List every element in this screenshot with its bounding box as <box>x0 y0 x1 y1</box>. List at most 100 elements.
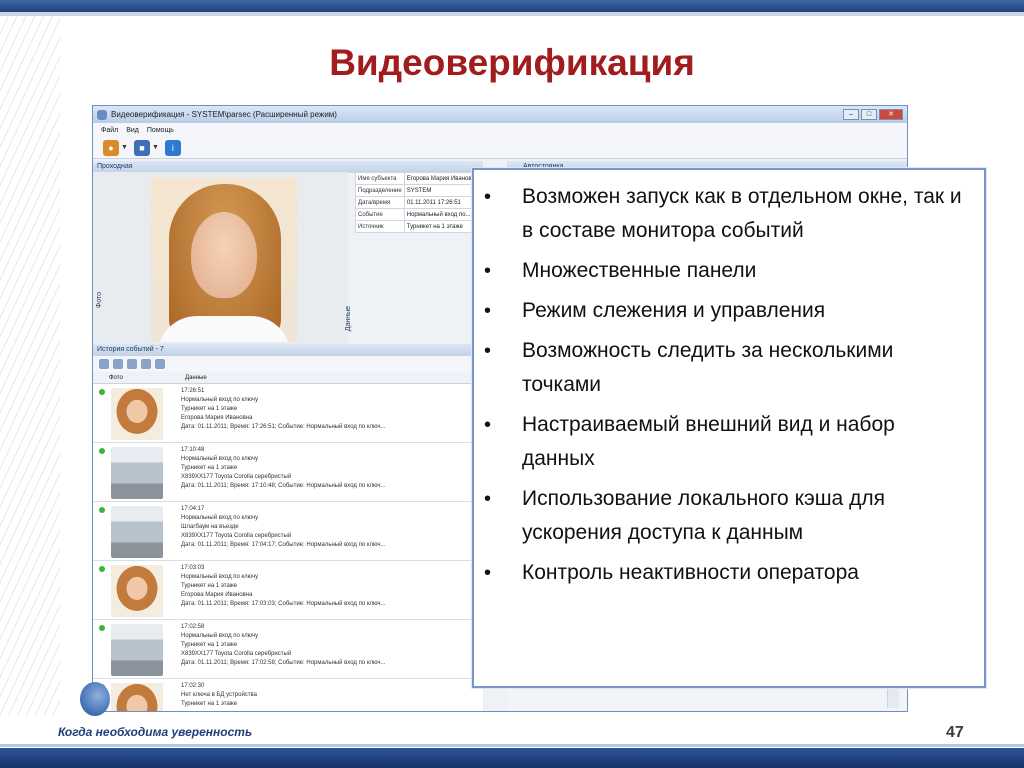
event-line: Нет ключа в БД устройства <box>181 692 258 698</box>
event-line: Дата: 01.11.2011; Время: 17:04:17; Событ… <box>181 542 386 548</box>
menu-file[interactable]: Файл <box>101 127 118 134</box>
event-line: Турникет на 1 этаже <box>181 465 238 471</box>
event-line: Егорова Мария Ивановна <box>181 592 253 598</box>
feature-item: Использование локального кэша для ускоре… <box>474 482 984 550</box>
page-number: 47 <box>946 724 964 741</box>
event-details: 17:10:48 Нормальный вход по ключу Турникет… <box>181 446 386 491</box>
feature-item: Возможен запуск как в отдельном окне, та… <box>474 180 984 248</box>
history-columns: Фото Данные <box>93 372 483 384</box>
event-line: Турникет на 1 этаже <box>181 583 238 589</box>
filter-icon[interactable] <box>127 359 137 369</box>
event-thumbnail <box>111 447 163 499</box>
feature-item: Настраиваемый внешний вид и набор данных <box>474 408 984 476</box>
status-dot-icon <box>99 448 105 454</box>
status-dot-icon <box>99 566 105 572</box>
event-details: 17:02:30 Нет ключа в БД устройства Турнике… <box>181 682 257 709</box>
column-photo[interactable]: Фото <box>93 372 181 383</box>
toolbar: ● ▼ ■ ▼ i <box>93 137 907 159</box>
event-thumbnail <box>111 565 163 617</box>
info-icon[interactable]: i <box>164 139 181 156</box>
event-thumbnail <box>111 506 163 558</box>
event-line: Турникет на 1 этаже <box>181 701 238 707</box>
close-button[interactable]: ✕ <box>879 109 903 120</box>
event-line: Турникет на 1 этаже <box>181 642 238 648</box>
camera-icon[interactable]: ■ <box>133 139 150 156</box>
status-dot-icon <box>99 389 105 395</box>
info-row: Дата/время 01.11.2011 17:26:51 <box>355 196 478 209</box>
slide-title: Видеоверификация <box>329 42 695 83</box>
event-time: 17:02:30 <box>181 683 205 689</box>
event-time: 17:02:58 <box>181 624 205 630</box>
event-details: 17:04:17 Нормальный вход по ключу Шлагбаум… <box>181 505 386 550</box>
decorative-stripes <box>0 16 60 716</box>
top-bar <box>0 0 1024 16</box>
data-side-label: Данные <box>345 306 352 332</box>
event-line: Х839ХХ177 Toyota Corolla серебристый <box>181 651 292 657</box>
event-time: 17:26:51 <box>181 388 205 394</box>
event-line: Дата: 01.11.2011; Время: 17:26:51; Событ… <box>181 424 386 430</box>
info-row: Имя субъекта Егорова Мария Иванова <box>355 172 478 185</box>
info-row: Источник Турникет на 1 этаже <box>355 220 478 233</box>
event-line: Дата: 01.11.2011; Время: 17:02:58; Событ… <box>181 660 386 666</box>
history-row[interactable]: 17:26:51 Нормальный вход по ключу Турникет… <box>93 384 483 443</box>
history-pane-header: История событий - 7 <box>93 344 483 356</box>
event-time: 17:10:48 <box>181 447 205 453</box>
event-line: Нормальный вход по ключу <box>181 456 259 462</box>
column-data[interactable]: Данные <box>181 372 207 383</box>
event-line: Нормальный вход по ключу <box>181 574 259 580</box>
info-row: Подразделение SYSTEM <box>355 184 478 197</box>
history-toolbar <box>93 356 483 372</box>
photo-pane: Фото <box>93 172 348 344</box>
feature-item: Режим слежения и управления <box>474 294 984 328</box>
history-row[interactable]: 17:10:48 Нормальный вход по ключу Турникет… <box>93 443 483 502</box>
print-icon[interactable] <box>155 359 165 369</box>
event-line: Егорова Мария Ивановна <box>181 415 253 421</box>
company-logo <box>80 682 110 716</box>
event-line: Дата: 01.11.2011; Время: 17:03:03; Событ… <box>181 601 386 607</box>
event-line: Нормальный вход по ключу <box>181 515 259 521</box>
event-thumbnail <box>111 388 163 440</box>
event-line: Нормальный вход по ключу <box>181 397 259 403</box>
bottom-line <box>0 744 1024 747</box>
chevron-down-icon[interactable]: ▼ <box>121 144 128 151</box>
window-title: Видеоверификация - SYSTEM\parsec (Расшир… <box>111 110 337 119</box>
event-details: 17:26:51 Нормальный вход по ключу Турникет… <box>181 387 386 432</box>
status-dot-icon <box>99 507 105 513</box>
photo-side-label: Фото <box>96 292 103 309</box>
play-icon[interactable] <box>113 359 123 369</box>
subject-info-table: Имя субъекта Егорова Мария Иванова Подраз… <box>355 172 478 233</box>
menu-view[interactable]: Вид <box>126 127 139 134</box>
event-line: Х839ХХ177 Toyota Corolla серебристый <box>181 533 292 539</box>
event-history: Фото Данные 17:26:51 Нормальный вход по к… <box>93 356 483 711</box>
bottom-bar <box>0 748 1024 768</box>
history-row[interactable]: 17:03:03 Нормальный вход по ключу Турникет… <box>93 561 483 620</box>
history-row[interactable]: 17:04:17 Нормальный вход по ключу Шлагбаум… <box>93 502 483 561</box>
menu-help[interactable]: Помощь <box>147 127 174 134</box>
subject-photo <box>151 178 297 342</box>
slogan: Когда необходима уверенность <box>58 725 253 739</box>
info-row: Событие Нормальный вход по... <box>355 208 478 221</box>
event-line: Х839ХХ177 Toyota Corolla серебристый <box>181 474 292 480</box>
feature-item: Возможность следить за несколькими точка… <box>474 334 984 402</box>
settings-icon[interactable] <box>141 359 151 369</box>
event-line: Шлагбаум на въезде <box>181 524 239 530</box>
chevron-down-icon[interactable]: ▼ <box>152 144 159 151</box>
event-line: Нормальный вход по ключу <box>181 633 259 639</box>
feature-item: Множественные панели <box>474 254 984 288</box>
status-dot-icon <box>99 625 105 631</box>
features-callout: Возможен запуск как в отдельном окне, та… <box>472 168 986 688</box>
menu-bar: Файл Вид Помощь <box>93 123 907 137</box>
features-list: Возможен запуск как в отдельном окне, та… <box>474 180 984 596</box>
refresh-icon[interactable] <box>99 359 109 369</box>
feature-item: Контроль неактивности оператора <box>474 556 984 590</box>
maximize-button[interactable]: □ <box>861 109 877 120</box>
history-row[interactable]: 17:02:58 Нормальный вход по ключу Турникет… <box>93 620 483 679</box>
minimize-button[interactable]: – <box>843 109 859 120</box>
history-row[interactable]: 17:02:30 Нет ключа в БД устройства Турнике… <box>93 679 483 711</box>
app-icon <box>97 109 107 120</box>
event-details: 17:02:58 Нормальный вход по ключу Турникет… <box>181 623 386 668</box>
users-icon[interactable]: ● <box>103 139 119 156</box>
event-line: Турникет на 1 этаже <box>181 406 238 412</box>
event-thumbnail <box>111 624 163 676</box>
event-time: 17:04:17 <box>181 506 205 512</box>
